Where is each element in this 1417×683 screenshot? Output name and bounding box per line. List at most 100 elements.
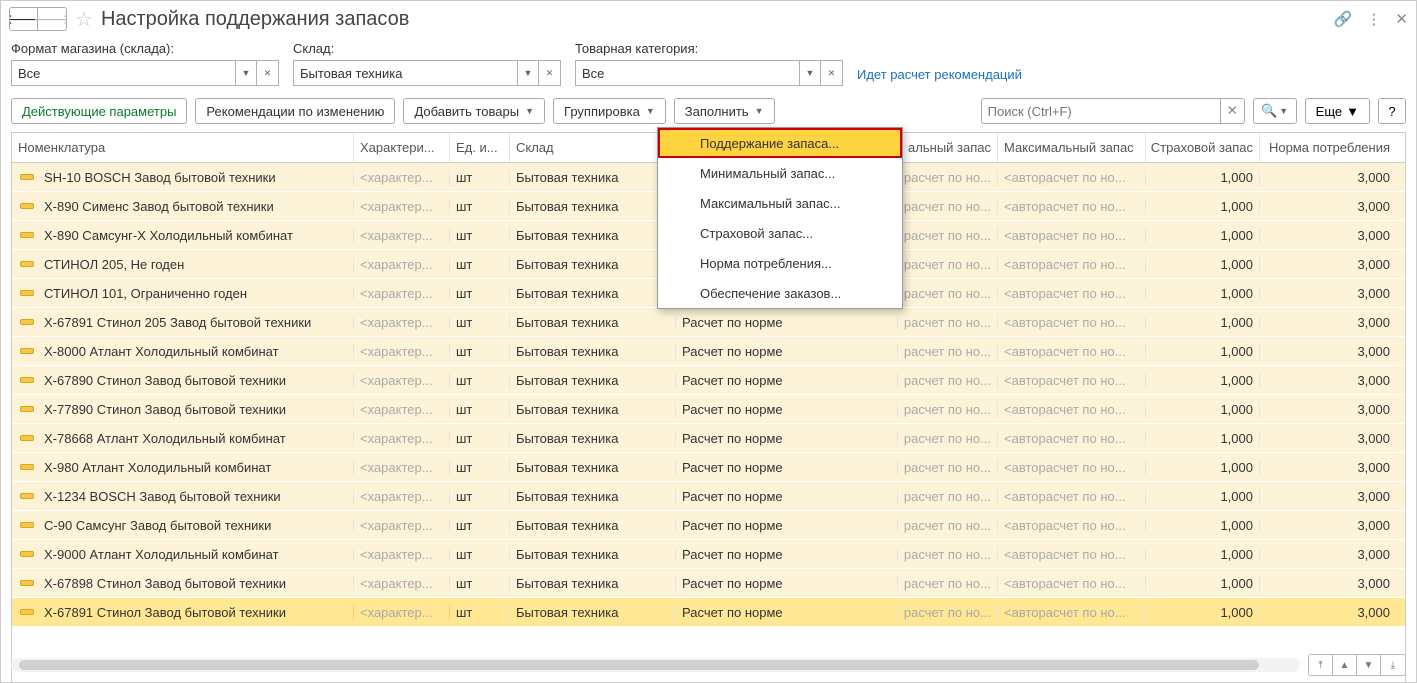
search-input[interactable]	[981, 98, 1221, 124]
cell-nomenclature: X-67890 Стинол Завод бытовой техники	[12, 373, 354, 388]
dropdown-item-stock-maintenance[interactable]: Поддержание запаса...	[658, 128, 902, 158]
cell-unit: шт	[450, 344, 510, 359]
title-bar: 🡐 🡒 ☆ Настройка поддержания запасов 🔗 ⋮ …	[1, 1, 1416, 37]
col-max-stock[interactable]: Максимальный запас	[998, 133, 1146, 162]
col-min-stock[interactable]: альный запас	[898, 133, 998, 162]
cell-max-stock: <авторасчет по но...	[998, 460, 1146, 475]
cell-min-stock: расчет по но...	[898, 228, 998, 243]
cell-min-stock: расчет по но...	[898, 489, 998, 504]
category-dropdown-icon[interactable]: ▼	[799, 60, 821, 86]
cell-safety-stock: 1,000	[1146, 518, 1260, 533]
scrollbar-thumb[interactable]	[19, 660, 1259, 670]
add-goods-button[interactable]: Добавить товары▼	[403, 98, 545, 124]
recommendations-button[interactable]: Рекомендации по изменению	[195, 98, 395, 124]
cell-characteristics: <характер...	[354, 315, 450, 330]
cell-safety-stock: 1,000	[1146, 605, 1260, 620]
dropdown-item-consumption-norm[interactable]: Норма потребления...	[658, 248, 902, 278]
cell-method: Расчет по норме	[676, 373, 898, 388]
cell-unit: шт	[450, 286, 510, 301]
row-nav-group: ⤒ ▲ ▼ ⤓	[1308, 654, 1406, 676]
store-format-input[interactable]	[11, 60, 235, 86]
item-icon	[20, 522, 34, 528]
cell-method: Расчет по норме	[676, 547, 898, 562]
warehouse-dropdown-icon[interactable]: ▼	[517, 60, 539, 86]
link-icon[interactable]: 🔗	[1334, 10, 1353, 28]
fill-button[interactable]: Заполнить▼	[674, 98, 775, 124]
cell-safety-stock: 1,000	[1146, 547, 1260, 562]
cell-nomenclature: X-890 Сименс Завод бытовой техники	[12, 199, 354, 214]
cell-characteristics: <характер...	[354, 402, 450, 417]
next-row-icon[interactable]: ▼	[1357, 655, 1381, 675]
last-row-icon[interactable]: ⤓	[1381, 655, 1405, 675]
help-button[interactable]: ?	[1378, 98, 1406, 124]
category-clear-icon[interactable]: ✕	[821, 60, 843, 86]
table-row[interactable]: X-8000 Атлант Холодильный комбинат<харак…	[12, 337, 1405, 366]
store-format-combo[interactable]: ▼ ✕	[11, 60, 279, 86]
search-button[interactable]: 🔍▼	[1253, 98, 1297, 124]
cell-max-stock: <авторасчет по но...	[998, 431, 1146, 446]
first-row-icon[interactable]: ⤒	[1309, 655, 1333, 675]
warehouse-combo[interactable]: ▼ ✕	[293, 60, 561, 86]
col-unit[interactable]: Ед. и...	[450, 133, 510, 162]
horizontal-scrollbar[interactable]	[11, 658, 1300, 672]
store-format-clear-icon[interactable]: ✕	[257, 60, 279, 86]
dropdown-item-max-stock[interactable]: Максимальный запас...	[658, 188, 902, 218]
cell-method: Расчет по норме	[676, 431, 898, 446]
col-consumption-norm[interactable]: Норма потребления	[1260, 133, 1396, 162]
cell-max-stock: <авторасчет по но...	[998, 228, 1146, 243]
col-safety-stock[interactable]: Страховой запас	[1146, 133, 1260, 162]
favorite-star-icon[interactable]: ☆	[75, 7, 93, 32]
dropdown-item-min-stock[interactable]: Минимальный запас...	[658, 158, 902, 188]
category-input[interactable]	[575, 60, 799, 86]
table-row[interactable]: X-67891 Стинол 205 Завод бытовой техники…	[12, 308, 1405, 337]
category-combo[interactable]: ▼ ✕	[575, 60, 843, 86]
cell-nomenclature: X-67898 Стинол Завод бытовой техники	[12, 576, 354, 591]
cell-characteristics: <характер...	[354, 199, 450, 214]
dropdown-item-safety-stock[interactable]: Страховой запас...	[658, 218, 902, 248]
close-icon[interactable]: ✕	[1395, 10, 1408, 28]
cell-nomenclature: X-1234 BOSCH Завод бытовой техники	[12, 489, 354, 504]
store-format-label: Формат магазина (склада):	[11, 41, 279, 56]
dropdown-item-order-provision[interactable]: Обеспечение заказов...	[658, 278, 902, 308]
cell-norm: 3,000	[1260, 518, 1396, 533]
cell-unit: шт	[450, 489, 510, 504]
search-clear-icon[interactable]: ✕	[1221, 98, 1245, 124]
item-icon	[20, 464, 34, 470]
table-row[interactable]: X-78668 Атлант Холодильный комбинат<хара…	[12, 424, 1405, 453]
cell-max-stock: <авторасчет по но...	[998, 373, 1146, 388]
table-row[interactable]: X-77890 Стинол Завод бытовой техники<хар…	[12, 395, 1405, 424]
cell-min-stock: расчет по но...	[898, 402, 998, 417]
item-icon	[20, 290, 34, 296]
col-characteristics[interactable]: Характери...	[354, 133, 450, 162]
item-icon	[20, 203, 34, 209]
cell-unit: шт	[450, 518, 510, 533]
store-format-dropdown-icon[interactable]: ▼	[235, 60, 257, 86]
cell-warehouse: Бытовая техника	[510, 605, 676, 620]
cell-max-stock: <авторасчет по но...	[998, 402, 1146, 417]
cell-safety-stock: 1,000	[1146, 170, 1260, 185]
table-row[interactable]: C-90 Самсунг Завод бытовой техники<харак…	[12, 511, 1405, 540]
kebab-icon[interactable]: ⋮	[1366, 10, 1381, 28]
table-row[interactable]: X-67891 Стинол Завод бытовой техники<хар…	[12, 598, 1405, 627]
table-row[interactable]: X-9000 Атлант Холодильный комбинат<харак…	[12, 540, 1405, 569]
cell-warehouse: Бытовая техника	[510, 576, 676, 591]
warehouse-clear-icon[interactable]: ✕	[539, 60, 561, 86]
col-warehouse[interactable]: Склад	[510, 133, 676, 162]
col-nomenclature[interactable]: Номенклатура	[12, 133, 354, 162]
table-row[interactable]: X-980 Атлант Холодильный комбинат<характ…	[12, 453, 1405, 482]
prev-row-icon[interactable]: ▲	[1333, 655, 1357, 675]
page-title: Настройка поддержания запасов	[101, 8, 409, 31]
warehouse-input[interactable]	[293, 60, 517, 86]
table-row[interactable]: X-67898 Стинол Завод бытовой техники<хар…	[12, 569, 1405, 598]
active-params-button[interactable]: Действующие параметры	[11, 98, 187, 124]
table-row[interactable]: X-67890 Стинол Завод бытовой техники<хар…	[12, 366, 1405, 395]
grouping-button[interactable]: Группировка▼	[553, 98, 666, 124]
cell-min-stock: расчет по но...	[898, 199, 998, 214]
more-button[interactable]: Еще▼	[1305, 98, 1370, 124]
status-link[interactable]: Идет расчет рекомендаций	[857, 67, 1022, 86]
cell-safety-stock: 1,000	[1146, 460, 1260, 475]
forward-button[interactable]: 🡒	[38, 8, 66, 30]
cell-max-stock: <авторасчет по но...	[998, 605, 1146, 620]
cell-min-stock: расчет по но...	[898, 170, 998, 185]
table-row[interactable]: X-1234 BOSCH Завод бытовой техники<харак…	[12, 482, 1405, 511]
